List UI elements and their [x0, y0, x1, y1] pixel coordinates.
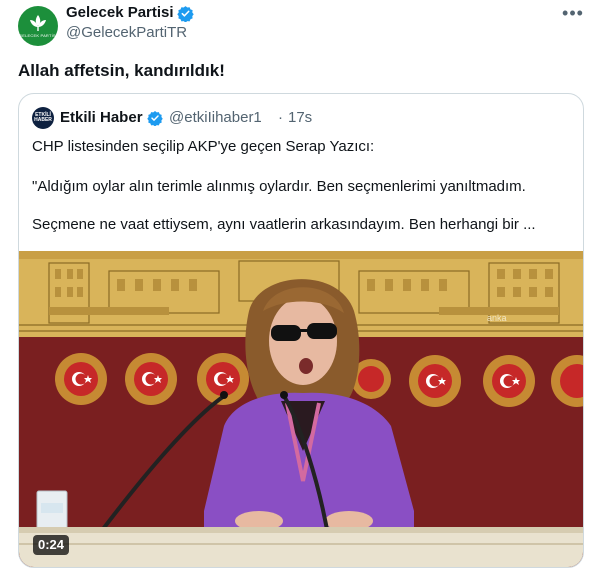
watermark-text: anka [487, 313, 507, 323]
emblem-icon [55, 353, 107, 405]
more-options-button[interactable]: ••• [560, 2, 586, 24]
quote-timestamp[interactable]: 17s [288, 109, 312, 127]
podium [19, 527, 583, 567]
author-handle[interactable]: @GelecekPartiTR [66, 24, 187, 42]
quote-text-line: CHP listesinden seçilip AKP'ye geçen Ser… [32, 138, 375, 155]
author-name[interactable]: Gelecek Partisi [66, 4, 174, 22]
video-duration-badge: 0:24 [33, 535, 70, 555]
quote-text-line: Seçmene ne vaat ettiysem, aynı vaatlerin… [32, 216, 536, 233]
emblem-icon [125, 353, 177, 405]
party-leaf-icon [30, 15, 46, 31]
video-frame: anka [19, 251, 583, 567]
emblem-icon [483, 355, 535, 407]
verified-badge-icon [147, 111, 163, 126]
quote-author-handle[interactable]: @etkiIihaber1 [169, 109, 262, 127]
quote-author-avatar[interactable]: ETKİLİ HABER [32, 107, 54, 129]
avatar-label: GELECEK PARTİSİ [18, 33, 58, 38]
quote-author-name[interactable]: Etkili Haber [60, 109, 143, 127]
quoted-tweet-card[interactable]: ETKİLİ HABER Etkili Haber @etkiIihaber1 … [18, 93, 584, 568]
quote-separator: · [278, 109, 283, 126]
author-avatar[interactable]: GELECEK PARTİSİ [18, 6, 58, 46]
tweet-text: Allah affetsin, kandırıldık! [18, 61, 225, 80]
water-glass [36, 490, 68, 530]
tweet-container: GELECEK PARTİSİ Gelecek Partisi @Gelecek… [0, 0, 602, 578]
quote-text-line: "Aldığım oylar alın terimle alınmış oyla… [32, 178, 526, 195]
verified-badge-icon [177, 6, 194, 22]
emblem-icon [409, 355, 461, 407]
video-player[interactable]: anka 0:24 [19, 251, 583, 567]
